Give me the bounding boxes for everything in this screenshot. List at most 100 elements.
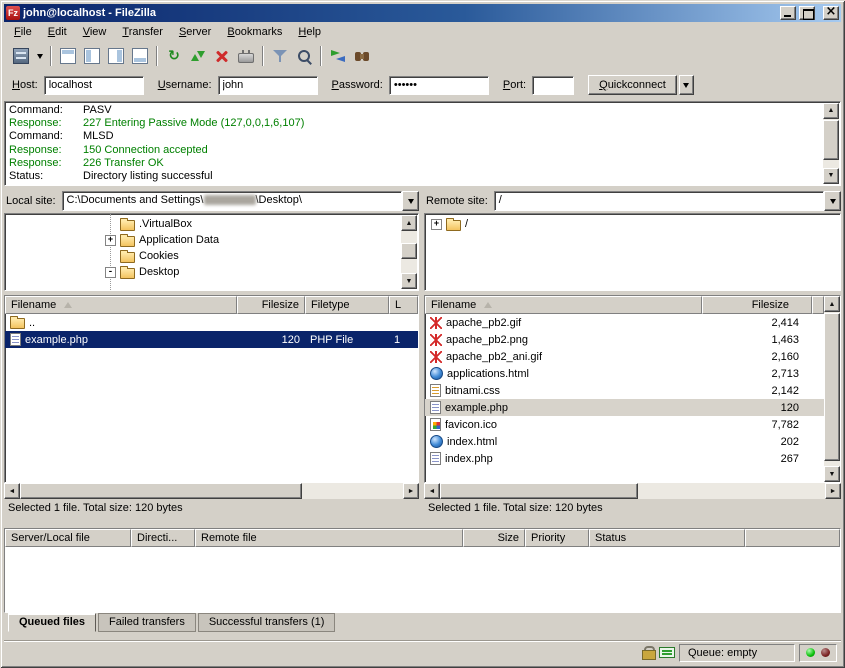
queue-status-field: Queue: empty bbox=[679, 644, 795, 662]
column-header-filesize[interactable]: Filesize bbox=[237, 296, 305, 314]
username-input[interactable] bbox=[218, 76, 318, 95]
column-header-last-modified[interactable]: L bbox=[389, 296, 418, 314]
scrollbar-thumb[interactable] bbox=[20, 483, 302, 499]
menu-item-transfer[interactable]: Transfer bbox=[114, 23, 171, 41]
folder-icon bbox=[120, 268, 135, 279]
encryption-status-icon[interactable] bbox=[642, 646, 655, 660]
refresh-button[interactable] bbox=[162, 45, 186, 67]
filter-button[interactable] bbox=[268, 45, 292, 67]
scroll-left-button[interactable] bbox=[424, 483, 440, 499]
scroll-up-button[interactable] bbox=[401, 215, 417, 231]
column-header-filetype[interactable]: Filetype bbox=[305, 296, 389, 314]
file-row[interactable]: favicon.ico7,782 bbox=[425, 416, 824, 433]
file-row[interactable]: applications.html2,713 bbox=[425, 365, 824, 382]
column-header-filename[interactable]: Filename bbox=[5, 296, 237, 314]
quickconnect-dropdown-button[interactable] bbox=[679, 75, 694, 95]
cancel-button[interactable] bbox=[210, 45, 234, 67]
scroll-up-button[interactable] bbox=[823, 103, 839, 119]
menu-item-view[interactable]: View bbox=[75, 23, 115, 41]
toggle-message-log-button[interactable] bbox=[56, 45, 80, 67]
username-label: Username: bbox=[158, 79, 212, 91]
file-row[interactable]: apache_pb2.png1,463 bbox=[425, 331, 824, 348]
scrollbar-thumb[interactable] bbox=[823, 120, 839, 160]
quickconnect-button[interactable]: Quickconnect bbox=[588, 75, 677, 95]
remote-path-field[interactable]: / bbox=[494, 191, 824, 211]
remote-site-combo[interactable]: / bbox=[494, 191, 841, 211]
column-header-priority[interactable]: Priority bbox=[525, 529, 589, 547]
tree-item[interactable]: .VirtualBox bbox=[5, 216, 418, 232]
site-manager-dropdown-button[interactable] bbox=[33, 45, 46, 67]
toggle-transfer-queue-button[interactable] bbox=[128, 45, 152, 67]
log-scrollbar[interactable] bbox=[823, 103, 839, 184]
column-header-direction[interactable]: Directi... bbox=[131, 529, 195, 547]
log-line: Response:227 Entering Passive Mode (127,… bbox=[9, 117, 820, 130]
scroll-right-button[interactable] bbox=[403, 483, 419, 499]
directory-comparison-button[interactable] bbox=[292, 45, 316, 67]
menu-item-file[interactable]: File bbox=[6, 23, 40, 41]
file-row[interactable]: apache_pb2_ani.gif2,160 bbox=[425, 348, 824, 365]
local-path-field[interactable]: C:\Documents and Settings\\Desktop\ bbox=[62, 191, 402, 211]
chevron-down-icon bbox=[37, 54, 43, 62]
minimize-button[interactable] bbox=[780, 6, 796, 20]
remote-site-dropdown-button[interactable] bbox=[824, 191, 841, 211]
scroll-up-button[interactable] bbox=[824, 296, 840, 312]
scrollbar-thumb[interactable] bbox=[440, 483, 638, 499]
tree-item[interactable]: -Desktop bbox=[5, 264, 418, 280]
maximize-button[interactable] bbox=[799, 6, 815, 20]
local-site-combo[interactable]: C:\Documents and Settings\\Desktop\ bbox=[62, 191, 419, 211]
column-header-filesize[interactable]: Filesize bbox=[702, 296, 812, 314]
local-list-hscrollbar[interactable] bbox=[4, 483, 419, 499]
remote-list-hscrollbar[interactable] bbox=[424, 483, 841, 499]
scrollbar-thumb[interactable] bbox=[824, 313, 840, 461]
file-row-highlighted[interactable]: example.php120 bbox=[425, 399, 824, 416]
scroll-left-button[interactable] bbox=[4, 483, 20, 499]
column-header-remote-file[interactable]: Remote file bbox=[195, 529, 463, 547]
tree-expander-icon[interactable]: + bbox=[431, 219, 442, 230]
scroll-down-button[interactable] bbox=[401, 273, 417, 289]
tab-queued-files[interactable]: Queued files bbox=[8, 613, 96, 632]
find-files-button[interactable] bbox=[350, 45, 374, 67]
process-queue-button[interactable] bbox=[186, 45, 210, 67]
local-site-dropdown-button[interactable] bbox=[402, 191, 419, 211]
speed-limits-icon[interactable] bbox=[659, 647, 675, 658]
tab-failed-transfers[interactable]: Failed transfers bbox=[98, 613, 196, 632]
file-row[interactable]: index.html202 bbox=[425, 433, 824, 450]
file-row-selected[interactable]: example.php 120 PHP File 1 bbox=[5, 331, 418, 348]
column-header-size[interactable]: Size bbox=[463, 529, 525, 547]
file-row[interactable]: bitnami.css2,142 bbox=[425, 382, 824, 399]
local-tree-scrollbar[interactable] bbox=[401, 215, 417, 289]
password-input[interactable] bbox=[389, 76, 489, 95]
tab-successful-transfers[interactable]: Successful transfers (1) bbox=[198, 613, 336, 632]
scrollbar-thumb[interactable] bbox=[401, 243, 417, 259]
toggle-remote-tree-button[interactable] bbox=[104, 45, 128, 67]
host-input[interactable] bbox=[44, 76, 144, 95]
port-input[interactable] bbox=[532, 76, 574, 95]
folder-icon bbox=[120, 252, 135, 263]
remote-list-scrollbar[interactable] bbox=[824, 296, 840, 482]
tree-expander-icon[interactable]: - bbox=[105, 267, 116, 278]
scroll-down-button[interactable] bbox=[823, 168, 839, 184]
menu-item-bookmarks[interactable]: Bookmarks bbox=[219, 23, 290, 41]
toggle-local-tree-button[interactable] bbox=[80, 45, 104, 67]
tree-item[interactable]: +Application Data bbox=[5, 232, 418, 248]
file-row[interactable]: index.php267 bbox=[425, 450, 824, 467]
site-manager-button[interactable] bbox=[9, 45, 33, 67]
tree-expander-icon[interactable]: + bbox=[105, 235, 116, 246]
file-row[interactable]: apache_pb2.gif2,414 bbox=[425, 314, 824, 331]
scroll-down-button[interactable] bbox=[824, 466, 840, 482]
column-header-status[interactable]: Status bbox=[589, 529, 745, 547]
column-header-server-local-file[interactable]: Server/Local file bbox=[5, 529, 131, 547]
parent-directory-row[interactable]: .. bbox=[5, 314, 418, 331]
menu-item-help[interactable]: Help bbox=[290, 23, 329, 41]
synchronized-browsing-button[interactable] bbox=[326, 45, 350, 67]
tree-item[interactable]: Cookies bbox=[5, 248, 418, 264]
close-button[interactable] bbox=[823, 6, 839, 20]
tree-item[interactable]: +/ bbox=[425, 216, 840, 232]
remote-list-header: Filename Filesize bbox=[425, 296, 824, 314]
menu-item-edit[interactable]: Edit bbox=[40, 23, 75, 41]
menu-item-server[interactable]: Server bbox=[171, 23, 219, 41]
column-header-filename[interactable]: Filename bbox=[425, 296, 702, 314]
disconnect-button[interactable] bbox=[234, 45, 258, 67]
filezilla-window: Fz john@localhost - FileZilla File Edit … bbox=[0, 0, 845, 668]
scroll-right-button[interactable] bbox=[825, 483, 841, 499]
